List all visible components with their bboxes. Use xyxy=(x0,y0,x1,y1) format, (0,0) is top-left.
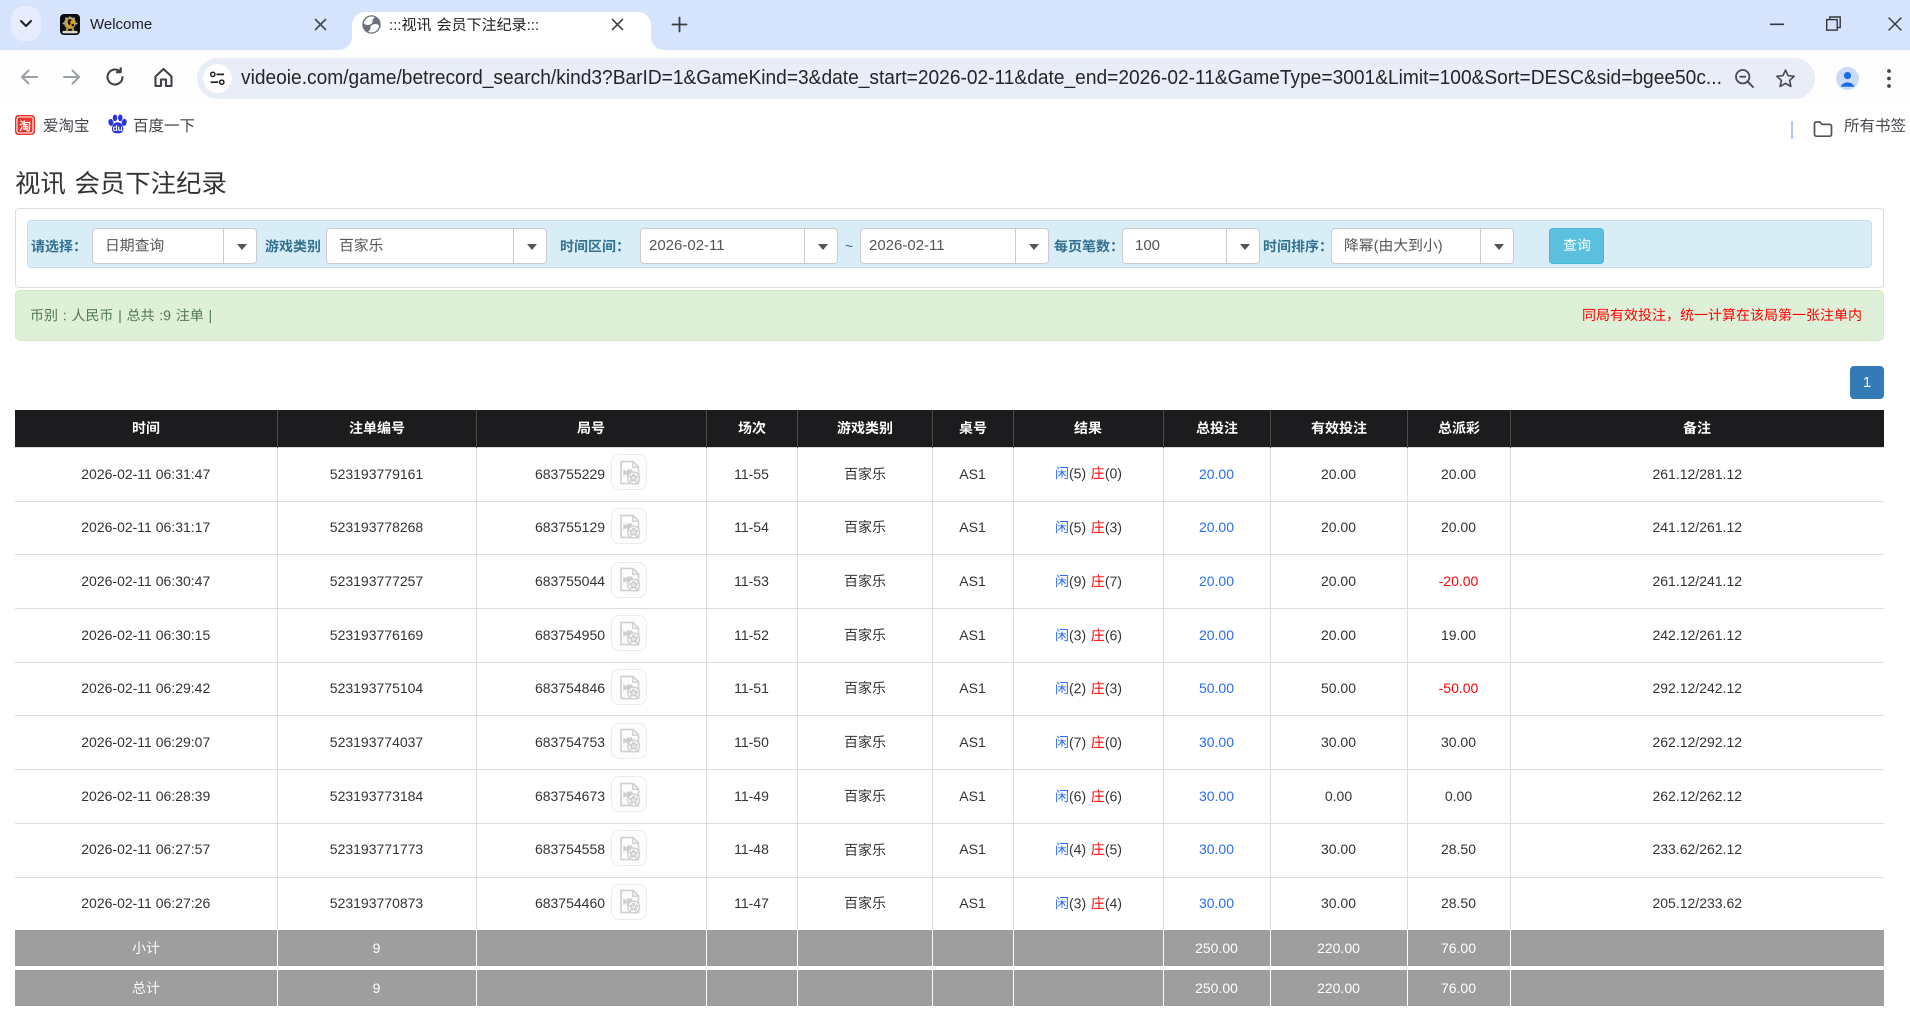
svg-text:du: du xyxy=(113,124,123,133)
